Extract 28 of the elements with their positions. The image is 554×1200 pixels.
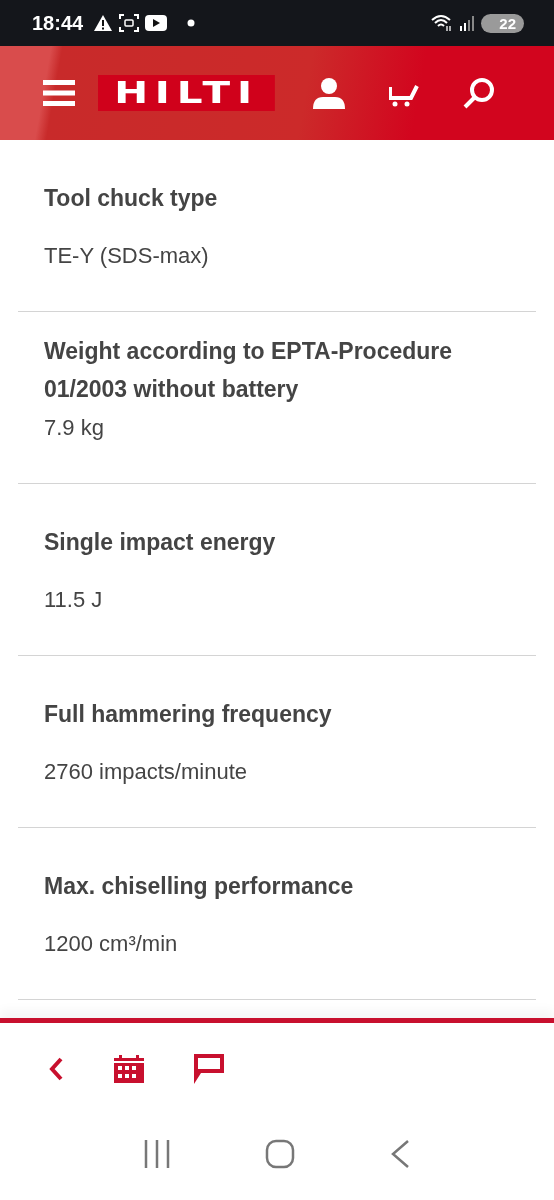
menu-icon[interactable]: [43, 80, 75, 106]
spec-value: TE-Y (SDS-max): [44, 242, 210, 270]
spec-label: Max. chiselling performance: [44, 872, 354, 901]
video-icon: [145, 15, 168, 31]
chat-icon[interactable]: [194, 1053, 224, 1084]
warning-icon: [93, 14, 114, 32]
spec-label: Tool chuck type: [44, 184, 218, 213]
recent-apps-icon[interactable]: [143, 1140, 170, 1168]
back-icon[interactable]: [48, 1056, 64, 1081]
signal-icon: [459, 15, 476, 31]
user-icon[interactable]: [313, 77, 345, 109]
spec-label: Weight according to EPTA-Procedure 01/2003 without battery: [44, 337, 454, 404]
spec-label: Full hammering frequency: [44, 700, 332, 729]
logo[interactable]: HILTI: [98, 75, 275, 111]
spec-value: 2760 impacts/minute: [44, 758, 248, 786]
notification-dot-icon: [187, 19, 196, 27]
back-icon[interactable]: [390, 1139, 411, 1169]
spec-value: 7.9 kg: [44, 414, 105, 442]
wifi-icon: [431, 14, 454, 32]
spec-value: 11.5 J: [44, 586, 104, 614]
spec-label: Single impact energy: [44, 528, 276, 557]
battery-indicator: 22: [481, 13, 524, 33]
search-icon[interactable]: [463, 77, 495, 109]
calendar-icon[interactable]: [114, 1054, 144, 1083]
clock: 18:44: [32, 11, 84, 35]
spec-value: 1200 cm³/min: [44, 930, 179, 958]
screenshot-icon: [119, 14, 140, 32]
home-icon[interactable]: [265, 1139, 295, 1169]
